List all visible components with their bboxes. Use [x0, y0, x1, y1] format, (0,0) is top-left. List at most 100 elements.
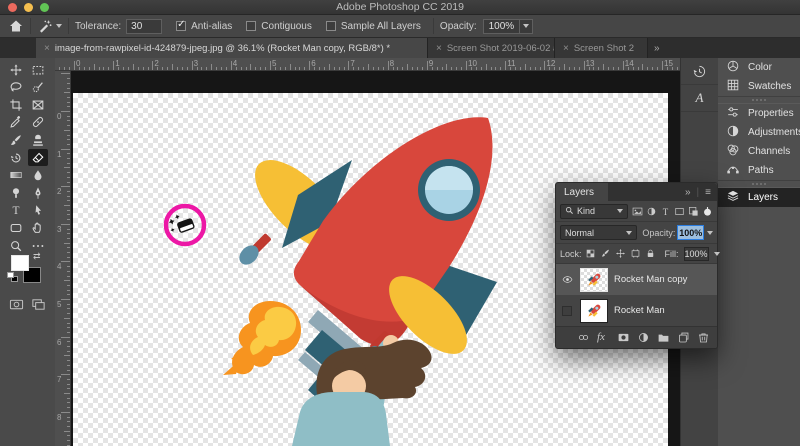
lock-position-icon[interactable]: [615, 248, 626, 259]
panel-opacity-value[interactable]: 100%: [677, 225, 704, 240]
history-panel-icon[interactable]: [681, 58, 718, 85]
layer-thumbnail[interactable]: [580, 298, 608, 323]
option-sample-all-layers[interactable]: Sample All Layers: [325, 21, 421, 32]
fill-value[interactable]: 100%: [683, 246, 709, 261]
shape-filter-icon[interactable]: [674, 206, 685, 217]
group-layers-icon[interactable]: [657, 331, 670, 344]
tab-title: Screen Shot 2019-06-02 at 5.13.33 PM.png: [446, 42, 554, 54]
layer-mask-icon[interactable]: [617, 331, 630, 344]
character-panel-icon[interactable]: A: [681, 85, 718, 112]
dock-item-adjustments[interactable]: Adjustments: [718, 123, 800, 142]
filter-toggle-icon[interactable]: [702, 206, 713, 217]
adjustment-layer-icon[interactable]: [637, 331, 650, 344]
eyedropper-tool[interactable]: [6, 114, 26, 131]
magic-eraser-cursor[interactable]: [163, 203, 207, 247]
layer-name[interactable]: Rocket Man: [614, 305, 665, 316]
history-brush-tool[interactable]: [6, 149, 26, 166]
gradient-tool[interactable]: [6, 167, 26, 184]
shape-tool[interactable]: [6, 219, 26, 236]
visibility-eye-icon[interactable]: [561, 274, 574, 285]
lock-transparency-icon[interactable]: [585, 248, 596, 259]
dock-item-color[interactable]: Color: [718, 58, 800, 77]
layers-panel-tab[interactable]: Layers: [556, 183, 608, 201]
type-tool[interactable]: T: [6, 202, 26, 219]
option-anti-alias[interactable]: Anti-alias: [176, 19, 232, 32]
layers-icon: [726, 189, 740, 206]
chevron-down-icon[interactable]: [707, 230, 713, 235]
dock-separator[interactable]: [718, 180, 800, 188]
magic-wand-tool-preset[interactable]: [37, 18, 62, 34]
blend-mode-dropdown[interactable]: Normal: [560, 225, 638, 240]
delete-layer-icon[interactable]: [697, 331, 710, 344]
lock-paint-icon[interactable]: [600, 248, 611, 259]
document-tab-3[interactable]: × Screen Shot 2: [555, 38, 648, 58]
visibility-toggle-empty[interactable]: [562, 305, 572, 316]
dock-separator[interactable]: [718, 96, 800, 104]
type-filter-icon[interactable]: T: [660, 206, 671, 217]
document-tab-2[interactable]: × Screen Shot 2019-06-02 at 5.13.33 PM.pn…: [428, 38, 555, 58]
layers-panel-header[interactable]: Layers » | ≡: [556, 183, 717, 201]
pixel-filter-icon[interactable]: [632, 206, 643, 217]
document-tab-1[interactable]: × image-from-rawpixel-id-424879-jpeg.jpg …: [36, 38, 428, 58]
collapse-panel-icon[interactable]: »: [685, 187, 691, 198]
filter-kind-dropdown[interactable]: Kind: [560, 203, 628, 219]
frame-tool[interactable]: [28, 96, 48, 113]
blur-tool[interactable]: [28, 167, 48, 184]
lock-artboard-icon[interactable]: [630, 248, 641, 259]
brush-tool[interactable]: [6, 131, 26, 148]
lock-all-icon[interactable]: [645, 248, 656, 259]
fx-icon[interactable]: fx: [597, 331, 610, 344]
layer-row-1[interactable]: Rocket Man copy: [556, 264, 717, 295]
layer-row-2[interactable]: Rocket Man: [556, 295, 717, 326]
smart-object-filter-icon[interactable]: [688, 206, 699, 217]
quick-mask-button[interactable]: [6, 296, 26, 312]
swap-colors-icon[interactable]: ⇄: [33, 251, 41, 262]
dock-item-channels[interactable]: Channels: [718, 142, 800, 161]
dodge-tool[interactable]: [6, 184, 26, 201]
adjustment-filter-icon[interactable]: [646, 206, 657, 217]
hand-tool[interactable]: [28, 219, 48, 236]
v-ruler-label-0: 0: [57, 112, 62, 121]
close-tab-icon[interactable]: ×: [436, 43, 442, 54]
option-contiguous[interactable]: Contiguous: [246, 21, 312, 32]
pen-tool[interactable]: [28, 184, 48, 201]
checkbox-icon[interactable]: [325, 21, 336, 31]
lasso-tool[interactable]: [6, 79, 26, 96]
close-tab-icon[interactable]: ×: [563, 43, 569, 54]
move-tool[interactable]: [6, 61, 26, 78]
foreground-color-swatch[interactable]: [11, 255, 29, 271]
marquee-tool[interactable]: [28, 61, 48, 78]
home-icon[interactable]: [8, 18, 24, 34]
screen-mode-button[interactable]: [28, 296, 48, 312]
dock-item-swatches[interactable]: Swatches: [718, 77, 800, 96]
path-selection-tool[interactable]: [28, 202, 48, 219]
close-tab-icon[interactable]: ×: [44, 43, 50, 54]
dock-item-label: Color: [748, 62, 772, 73]
layer-name[interactable]: Rocket Man copy: [614, 274, 687, 285]
opacity-dropdown[interactable]: 100%: [482, 18, 534, 34]
dock-item-paths[interactable]: Paths: [718, 161, 800, 180]
horizontal-ruler[interactable]: 0 1 2 3 4 5 6 7 8 9 10 11 12 13 14 15: [55, 58, 683, 71]
dock-item-label: Properties: [748, 108, 794, 119]
healing-brush-tool[interactable]: [28, 114, 48, 131]
new-layer-icon[interactable]: [677, 331, 690, 344]
dock-item-layers[interactable]: Layers: [718, 188, 800, 207]
eraser-tool[interactable]: [28, 149, 48, 166]
checkbox-icon[interactable]: [176, 19, 187, 31]
checkbox-icon[interactable]: [246, 21, 257, 31]
chevron-down-icon[interactable]: [713, 251, 720, 256]
chevron-down-icon: [519, 19, 532, 33]
link-layers-icon[interactable]: [577, 331, 590, 344]
layer-thumbnail[interactable]: [580, 267, 608, 292]
crop-tool[interactable]: [6, 96, 26, 113]
clone-stamp-tool[interactable]: [28, 131, 48, 148]
panel-menu-icon[interactable]: ≡: [705, 187, 711, 198]
document-tab-bar: × image-from-rawpixel-id-424879-jpeg.jpg …: [0, 38, 800, 58]
quick-selection-tool[interactable]: [28, 79, 48, 96]
dock-item-properties[interactable]: Properties: [718, 104, 800, 123]
tolerance-input[interactable]: [126, 18, 163, 34]
tab-overflow-icon[interactable]: »: [648, 38, 666, 58]
zoom-tool[interactable]: [6, 237, 26, 254]
default-colors-icon[interactable]: [7, 272, 14, 278]
vertical-ruler[interactable]: 0 1 2 3 4 5 6 7 8: [55, 71, 71, 446]
